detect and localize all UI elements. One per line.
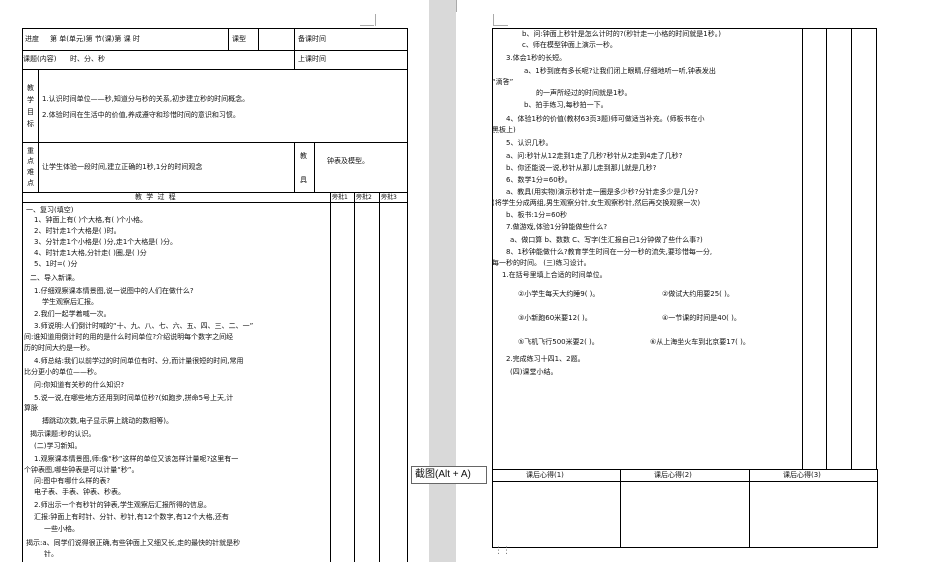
lesson-line: 4、时针走1大格,分针走( )圈,是( )分 bbox=[34, 249, 147, 257]
lesson-line: 搏跳动次数,电子显示屏上跳动的数相等)。 bbox=[42, 417, 173, 425]
key-label-1: 重 bbox=[27, 147, 34, 155]
lesson-line: 电子表、手表、钟表、秒表。 bbox=[34, 488, 125, 496]
goals-label-4: 标 bbox=[27, 120, 34, 128]
lesson-line: 1.仔细观察课本情景图,说一说图中的人们在做什么? bbox=[34, 287, 194, 295]
lesson-line: ⑥从上海坐火车到北京要17( )。 bbox=[650, 338, 750, 346]
lesson-line: a、问:秒针从12走到1走了几秒?秒针从2走到4走了几秒? bbox=[506, 152, 683, 160]
lesson-line: 揭示:a、同学们说得很正确,有些钟面上又细又长,走的最快的针就是秒 bbox=[26, 539, 241, 547]
lesson-line: b、拍手练习,每秒拍一下。 bbox=[524, 101, 608, 109]
lesson-line: 问:你知道有关秒的什么知识? bbox=[34, 381, 125, 389]
document-page-left: 进度 第 单(单元)第 节(课)第 课 时 课型 备课时间 课题(内容) 时、分… bbox=[0, 0, 429, 562]
lesson-line: 一、复习(填空) bbox=[26, 206, 74, 214]
lesson-line: 黑板上) bbox=[492, 126, 516, 134]
lesson-line: 历的时间大约是一秒。 bbox=[24, 344, 94, 352]
lesson-line: ②小学生每天大约睡9( )。 bbox=[518, 290, 600, 298]
lesson-line: 间:谁知道用倒计时的用的是什么时间单位?介绍说明每个数字之间经 bbox=[24, 333, 234, 341]
lesson-line: ⑤飞机飞行500米要2( )。 bbox=[518, 338, 599, 346]
tools-label-2: 具 bbox=[300, 176, 307, 184]
lesson-line: 比分更小的单位——秒。 bbox=[24, 368, 101, 376]
lesson-line: 3.师说明:人们倒计时喊的“十、九、八、七、六、五、四、三、二、一” bbox=[34, 322, 254, 330]
review-col-3: 旁批3 bbox=[381, 194, 397, 201]
lesson-line: 汇报:钟面上有时针、分针、秒针,有12个数字,有12个大格,还有 bbox=[34, 513, 229, 521]
lesson-line: 6、数学1分=60秒。 bbox=[506, 176, 572, 184]
lesson-line: 5.说一说,在哪些地方还用到时间单位秒?(如跑步,拼命5号上天,计 bbox=[34, 394, 234, 402]
lesson-line: 1、钟面上有( )个大格,有( )个小格。 bbox=[34, 216, 148, 224]
crop-mark bbox=[494, 25, 508, 26]
lesson-line: (将学生分成两组,男生观察分针,女生观察秒针,然后再交换观察一次) bbox=[492, 199, 701, 207]
lesson-line: 3.体会1秒的长短。 bbox=[506, 54, 567, 62]
lesson-line: 一些小格。 bbox=[44, 525, 79, 533]
lesson-line: 5、1时=( )分 bbox=[34, 260, 78, 268]
document-page-right: 课后心得(1) 课后心得(2) 课后心得(3) b、问:钟面上秒针是怎么计时的?… bbox=[456, 0, 941, 562]
review-col-1: 旁批1 bbox=[332, 194, 348, 201]
crop-mark bbox=[375, 14, 376, 26]
goals-label-1: 教 bbox=[27, 84, 34, 92]
key-points-text: 让学生体验一段时间,建立正确的1秒,1分的时间观念 bbox=[42, 163, 203, 171]
lesson-line: ②做试大约用要25( )。 bbox=[662, 290, 734, 298]
lesson-line: 个钟表图,哪些钟表是可以计量“秒”。 bbox=[24, 466, 139, 474]
lesson-line: 学生观察后汇报。 bbox=[42, 298, 98, 306]
lesson-line: 8、1秒钟能做什么?教育学生时间在一分一秒的流失,要珍惜每一分, bbox=[506, 248, 713, 256]
lesson-line: (二)学习新知。 bbox=[34, 442, 82, 450]
prep-time-label: 备课时间 bbox=[298, 35, 326, 43]
lesson-line: ③小新跑60米要12( )。 bbox=[518, 314, 592, 322]
lesson-line: 2.我们一起学着喊一次。 bbox=[34, 310, 111, 318]
goals-label-3: 目 bbox=[27, 108, 34, 116]
lesson-line: 2、时针走1个大格是( )时。 bbox=[34, 227, 121, 235]
lesson-line: b、板书:1分=60秒 bbox=[506, 211, 568, 219]
key-label-4: 点 bbox=[27, 179, 34, 187]
topic-value: 时、分、秒 bbox=[70, 55, 105, 63]
key-label-3: 难 bbox=[27, 168, 34, 176]
unit-label: 第 单(单元)第 节(课)第 课 时 bbox=[50, 35, 140, 43]
crop-mark bbox=[360, 25, 374, 26]
review-col-2: 旁批2 bbox=[356, 194, 372, 201]
lesson-line: 每一秒的时间。 (三)练习设计。 bbox=[492, 259, 591, 267]
class-time-label: 上课时间 bbox=[298, 55, 326, 63]
lesson-line: 针。 bbox=[44, 550, 58, 558]
lesson-line: 问:图中有哪什么样的表? bbox=[34, 477, 111, 485]
lesson-line: c、师在模型钟面上演示一秒。 bbox=[522, 41, 617, 49]
crop-mark bbox=[456, 0, 457, 12]
lesson-line: 的一声所经过的时间就是1秒。 bbox=[536, 89, 632, 97]
lesson-line: 揭示课题:秒的认识。 bbox=[30, 430, 96, 438]
lesson-line: 算脉 bbox=[24, 404, 38, 412]
lesson-line: 5、认识几秒。 bbox=[506, 139, 553, 147]
process-heading: 教 学 过 程 bbox=[135, 193, 177, 201]
reflection-header-1: 课后心得(1) bbox=[526, 471, 564, 479]
lesson-line: 4.师总结:我们以前学过的时间单位有时、分,而计量很短的时间,常用 bbox=[34, 357, 244, 365]
lesson-line: a、做口算 b、数数 C、写字(生汇报自己1分钟做了些什么事?) bbox=[510, 236, 703, 244]
topic-label: 课题(内容) bbox=[23, 55, 57, 63]
lesson-line: 1.在括号里填上合适的时间单位。 bbox=[502, 271, 607, 279]
goal-2: 2.体验时间在生活中的价值,养成遵守和珍惜时间的意识和习惯。 bbox=[42, 111, 240, 119]
goal-1: 1.认识时间单位——秒,知道分与秒的关系,初步建立秒的时间概念。 bbox=[42, 95, 250, 103]
drag-handle-icon[interactable]: ⋮⋮ bbox=[494, 546, 511, 556]
lesson-line: 1.观察课本情景图,师:像“秒”这样的单位又该怎样计量呢?这里有一 bbox=[34, 455, 239, 463]
lesson-line: “滴答” bbox=[492, 78, 514, 86]
lesson-line: 二、导入新课。 bbox=[30, 274, 79, 282]
lesson-line: 4、体验1秒的价值(教材63页3题)师可做适当补充。(师板书在小 bbox=[506, 115, 705, 123]
tools-label-1: 教 bbox=[300, 152, 307, 160]
key-label-2: 点 bbox=[27, 157, 34, 165]
reflection-header-3: 课后心得(3) bbox=[783, 471, 821, 479]
lesson-line: b、你还能说一说,秒针从那儿走到那儿就是几秒? bbox=[506, 164, 657, 172]
screenshot-tooltip: 截图(Alt + A) bbox=[411, 466, 487, 484]
lesson-line: a、1秒到底有多长呢?让我们闭上眼睛,仔细地听一听,钟表发出 bbox=[524, 67, 716, 75]
lesson-line: 2.完成练习十四1、2题。 bbox=[506, 355, 585, 363]
lesson-line: ④一节课的时间是40( )。 bbox=[662, 314, 741, 322]
partial-top-line: b、问:钟面上秒针是怎么计时的?(秒针走一小格的时间就是1秒。) bbox=[522, 30, 721, 38]
goals-label-2: 学 bbox=[27, 96, 34, 104]
lesson-line: 7.做游戏,体验1分钟能做些什么? bbox=[506, 223, 608, 231]
lesson-line: 3、分针走1个小格是( )分,走1个大格是( )分。 bbox=[34, 238, 177, 246]
reflection-header-2: 课后心得(2) bbox=[654, 471, 692, 479]
subject-label: 进度 bbox=[25, 35, 39, 43]
lesson-type-label: 课型 bbox=[232, 35, 246, 43]
tools-text: 钟表及模型。 bbox=[327, 157, 369, 165]
lesson-line: 2.师出示一个有秒针的钟表,学生观察后汇报所得的信息。 bbox=[34, 501, 211, 509]
lesson-line: a、教具(用实物)演示秒针走一圈是多少秒?分针走多少是几分? bbox=[506, 188, 699, 196]
lesson-line: (四)课堂小结。 bbox=[510, 368, 558, 376]
